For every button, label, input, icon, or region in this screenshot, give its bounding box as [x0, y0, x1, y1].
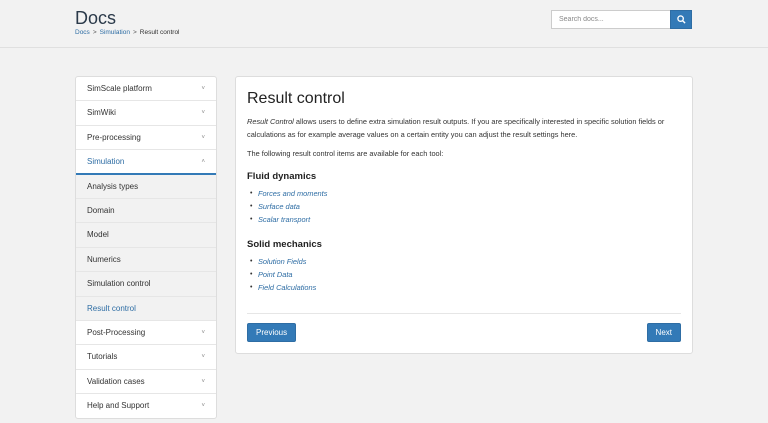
breadcrumb-separator: >: [92, 29, 97, 36]
sidebar-subitem-label: Model: [87, 230, 109, 240]
solid-mechanics-list: Solution Fields Point Data Field Calcula…: [247, 255, 681, 294]
list-item: Surface data: [247, 200, 681, 213]
list-item: Point Data: [247, 268, 681, 281]
chevron-up-icon: ˄: [201, 159, 205, 166]
chevron-down-icon: ˅: [201, 354, 205, 361]
search-input[interactable]: [551, 10, 670, 29]
sidebar-item-simulation[interactable]: Simulation ˄: [76, 150, 216, 175]
sidebar-item-simscale-platform[interactable]: SimScale platform ˅: [76, 77, 216, 102]
sidebar-nav: SimScale platform ˅ SimWiki ˅ Pre-processi…: [75, 76, 217, 420]
sidebar-subitem-label: Result control: [87, 303, 136, 313]
sidebar-item-post-processing[interactable]: Post-Processing ˅: [76, 321, 216, 346]
previous-button[interactable]: Previous: [247, 323, 297, 342]
search-button[interactable]: [670, 10, 692, 29]
sidebar-item-label: Help and Support: [87, 401, 150, 411]
link-solution-fields[interactable]: Solution Fields: [258, 257, 306, 266]
intro-term: Result Control: [247, 117, 294, 126]
content-panel: Result control Result Control allows use…: [235, 76, 693, 354]
search-icon: [676, 15, 686, 24]
site-title[interactable]: Docs: [75, 8, 116, 29]
breadcrumb-separator: >: [132, 29, 137, 36]
page-title: Result control: [247, 90, 345, 107]
breadcrumb-current: Result control: [139, 29, 180, 36]
sidebar-item-validation-cases[interactable]: Validation cases ˅: [76, 370, 216, 395]
fluid-dynamics-list: Forces and moments Surface data Scalar t…: [247, 187, 681, 226]
list-item: Field Calculations: [247, 281, 681, 294]
sidebar-item-pre-processing[interactable]: Pre-processing ˅: [76, 126, 216, 151]
sidebar-subitem-domain[interactable]: Domain: [76, 198, 216, 224]
divider: [247, 313, 681, 314]
link-scalar-transport[interactable]: Scalar transport: [258, 215, 310, 224]
sidebar-subitem-simulation-control[interactable]: Simulation control: [76, 272, 216, 297]
sidebar-item-help-and-support[interactable]: Help and Support ˅: [76, 394, 216, 418]
sidebar-subitem-label: Analysis types: [87, 181, 139, 191]
sidebar-item-label: Tutorials: [87, 352, 118, 362]
chevron-down-icon: ˅: [201, 329, 205, 336]
sidebar-subitem-model[interactable]: Model: [76, 223, 216, 248]
sidebar-subitem-label: Simulation control: [87, 279, 151, 289]
sidebar-item-simwiki[interactable]: SimWiki ˅: [76, 101, 216, 126]
sidebar-item-label: Validation cases: [87, 376, 145, 386]
breadcrumb-simulation[interactable]: Simulation: [100, 29, 130, 36]
sidebar-item-tutorials[interactable]: Tutorials ˅: [76, 345, 216, 370]
sidebar-item-label: SimScale platform: [87, 84, 152, 93]
link-forces-and-moments[interactable]: Forces and moments: [258, 189, 327, 198]
intro-paragraph: Result Control allows users to define ex…: [247, 116, 685, 141]
sidebar-subitem-numerics[interactable]: Numerics: [76, 247, 216, 273]
chevron-down-icon: ˅: [201, 378, 205, 385]
items-intro: The following result control items are a…: [247, 149, 444, 158]
next-button[interactable]: Next: [646, 323, 681, 342]
sidebar-subitem-analysis-types[interactable]: Analysis types: [76, 174, 216, 199]
list-item: Solution Fields: [247, 255, 681, 268]
link-field-calculations[interactable]: Field Calculations: [258, 283, 316, 292]
chevron-down-icon: ˅: [201, 86, 205, 92]
sidebar-item-label: Post-Processing: [87, 327, 146, 337]
intro-text: allows users to define extra simulation …: [247, 117, 665, 139]
chevron-down-icon: ˅: [201, 403, 205, 410]
sidebar-subitem-label: Domain: [87, 205, 115, 215]
list-item: Scalar transport: [247, 213, 681, 226]
chevron-down-icon: ˅: [201, 110, 205, 117]
sidebar-item-label: SimWiki: [87, 108, 116, 118]
list-item: Forces and moments: [247, 187, 681, 200]
link-surface-data[interactable]: Surface data: [258, 202, 300, 211]
chevron-down-icon: ˅: [201, 134, 205, 141]
top-header: Docs Docs > Simulation > Result control: [0, 0, 768, 48]
breadcrumb-docs[interactable]: Docs: [75, 29, 90, 36]
sidebar-item-label: Simulation: [87, 157, 125, 167]
breadcrumb: Docs > Simulation > Result control: [75, 29, 180, 36]
sidebar-item-label: Pre-processing: [87, 132, 141, 142]
section-heading-fluid-dynamics: Fluid dynamics: [247, 171, 317, 182]
sidebar-subitem-label: Numerics: [87, 254, 121, 264]
link-point-data[interactable]: Point Data: [258, 270, 293, 279]
section-heading-solid-mechanics: Solid mechanics: [247, 239, 322, 250]
sidebar-subitem-result-control[interactable]: Result control: [76, 296, 216, 321]
